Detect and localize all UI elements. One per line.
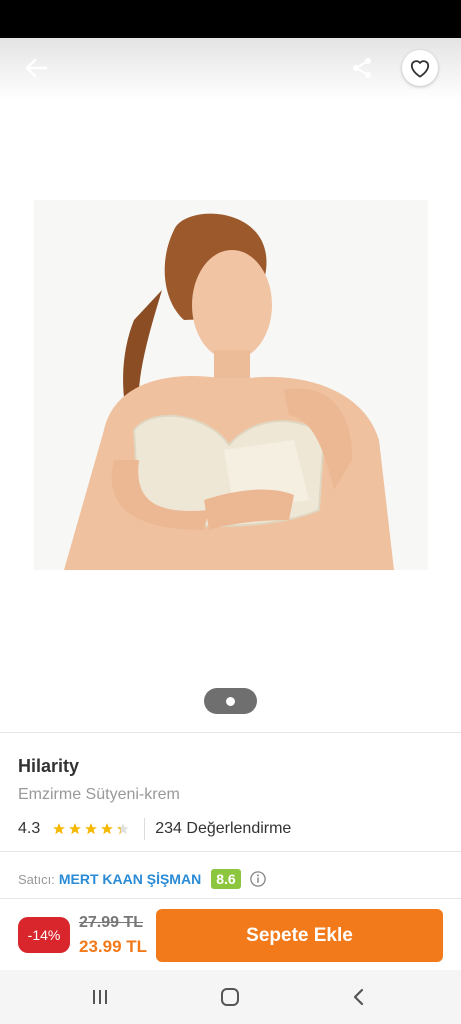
- add-to-cart-button[interactable]: Sepete Ekle: [156, 909, 443, 962]
- purchase-bar: -14% 27.99 TL 23.99 TL Sepete Ekle: [0, 898, 461, 970]
- nav-back-button[interactable]: [344, 984, 374, 1010]
- rating-value: 4.3: [18, 820, 41, 837]
- arrow-left-icon: [25, 59, 47, 77]
- product-brand[interactable]: Hilarity: [18, 756, 79, 777]
- product-name: Emzirme Sütyeni-krem: [18, 786, 180, 803]
- top-bar: [0, 38, 461, 100]
- home-button[interactable]: [215, 984, 245, 1010]
- seller-label: Satıcı:: [18, 871, 55, 887]
- image-pager: [204, 688, 257, 714]
- star-full-icon: [101, 823, 114, 835]
- discount-badge: -14%: [18, 917, 70, 953]
- product-photo-illustration: [34, 200, 428, 570]
- star-full-icon: [69, 823, 82, 835]
- review-count[interactable]: 234 Değerlendirme: [155, 820, 291, 838]
- star-full-icon: [53, 823, 66, 835]
- seller-score-badge: 8.6: [211, 869, 241, 889]
- info-icon[interactable]: [249, 870, 267, 888]
- home-icon: [221, 988, 239, 1006]
- back-button[interactable]: [18, 54, 54, 82]
- system-nav-bar: [0, 970, 461, 1024]
- seller-name-link[interactable]: MERT KAAN ŞİŞMAN: [59, 871, 201, 887]
- favorite-button[interactable]: [402, 50, 438, 86]
- star-full-icon: [85, 823, 98, 835]
- chevron-left-icon: [353, 988, 364, 1006]
- status-bar: [0, 0, 461, 38]
- heart-outline-icon: [410, 60, 430, 78]
- rating-separator: [144, 818, 146, 840]
- rating-stars: [52, 822, 132, 836]
- divider: [0, 732, 461, 733]
- rating-row[interactable]: 4.3 234 Değerlendirme: [18, 818, 291, 840]
- new-price: 23.99 TL: [79, 937, 148, 956]
- seller-row: Satıcı: MERT KAAN ŞİŞMAN 8.6: [18, 868, 267, 890]
- star-partial-icon: [117, 823, 130, 835]
- share-icon: [353, 58, 371, 78]
- product-image[interactable]: [34, 200, 428, 570]
- recent-apps-button[interactable]: [85, 984, 115, 1010]
- recent-apps-icon: [93, 990, 107, 1004]
- share-button[interactable]: [346, 52, 378, 84]
- old-price: 27.99 TL: [79, 914, 144, 931]
- pager-dot-active: [226, 696, 235, 706]
- divider: [0, 851, 461, 852]
